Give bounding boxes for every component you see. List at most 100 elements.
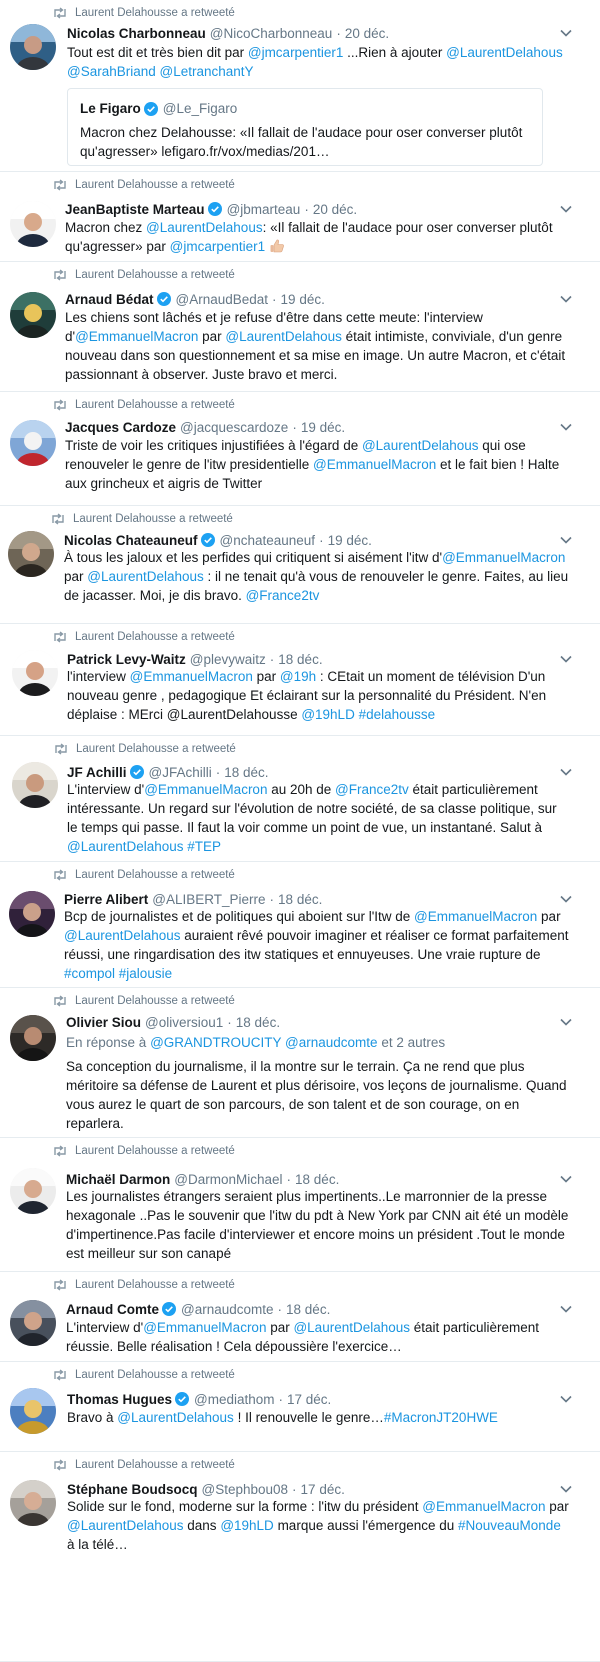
mention-link[interactable]: @19hLD: [301, 707, 355, 722]
author-handle[interactable]: @arnaudcomte: [181, 1302, 274, 1317]
chevron-down-icon[interactable]: [560, 295, 572, 303]
chevron-down-icon[interactable]: [560, 1395, 572, 1403]
tweet-card[interactable]: Laurent Delahousse a retweeté Pierre Alib…: [0, 862, 600, 988]
chevron-down-icon[interactable]: [560, 423, 572, 431]
mention-link[interactable]: @19h: [280, 669, 316, 684]
tweet-date[interactable]: 20 déc.: [313, 202, 357, 217]
mention-link[interactable]: @GRANDTROUCITY: [150, 1035, 281, 1050]
author-handle[interactable]: @jbmarteau: [227, 202, 301, 217]
mention-link[interactable]: @jmcarpentier1: [170, 239, 266, 254]
tweet-card[interactable]: Laurent Delahousse a retweeté JF Achilli @…: [0, 736, 600, 862]
author-name[interactable]: Stéphane Boudsocq: [67, 1482, 198, 1497]
avatar[interactable]: [10, 420, 56, 466]
avatar[interactable]: [12, 762, 58, 808]
avatar[interactable]: [9, 891, 55, 937]
mention-link[interactable]: @LaurentDelahous: [146, 220, 263, 235]
mention-link[interactable]: @arnaudcomte: [285, 1035, 378, 1050]
author-name[interactable]: Arnaud Bédat: [65, 292, 154, 307]
tweet-date[interactable]: 17 déc.: [287, 1392, 331, 1407]
mention-link[interactable]: @EmmanuelMacron: [313, 457, 436, 472]
author-handle[interactable]: @plevywaitz: [190, 652, 266, 667]
mention-link[interactable]: @LaurentDelahous: [225, 329, 342, 344]
author-handle[interactable]: @Stephbou08: [202, 1482, 289, 1497]
tweet-date[interactable]: 18 déc.: [286, 1302, 330, 1317]
chevron-down-icon[interactable]: [560, 1485, 572, 1493]
tweet-card[interactable]: Laurent Delahousse a retweeté Michaël Dar…: [0, 1138, 600, 1272]
tweet-date[interactable]: 17 déc.: [301, 1482, 345, 1497]
chevron-down-icon[interactable]: [560, 536, 572, 544]
hashtag-link[interactable]: #TEP: [187, 839, 221, 854]
tweet-card[interactable]: Laurent Delahousse a retweeté Patrick Lev…: [0, 624, 600, 736]
mention-link[interactable]: @EmmanuelMacron: [442, 550, 565, 565]
avatar[interactable]: [10, 1015, 56, 1061]
mention-link[interactable]: @LaurentDelahous: [67, 839, 184, 854]
tweet-date[interactable]: 19 déc.: [301, 420, 345, 435]
tweet-date[interactable]: 18 déc.: [278, 652, 322, 667]
tweet-date[interactable]: 20 déc.: [345, 26, 389, 41]
hashtag-link[interactable]: #delahousse: [359, 707, 436, 722]
author-handle[interactable]: @JFAchilli: [149, 765, 212, 780]
tweet-date[interactable]: 19 déc.: [281, 292, 325, 307]
avatar[interactable]: [10, 201, 56, 247]
author-name[interactable]: Olivier Siou: [66, 1015, 141, 1030]
author-name[interactable]: Thomas Hugues: [67, 1392, 172, 1407]
avatar[interactable]: [10, 24, 56, 70]
chevron-down-icon[interactable]: [560, 895, 572, 903]
author-name[interactable]: JF Achilli: [67, 765, 127, 780]
author-handle[interactable]: @NicoCharbonneau: [210, 26, 333, 41]
chevron-down-icon[interactable]: [560, 205, 572, 213]
chevron-down-icon[interactable]: [560, 29, 572, 37]
author-handle[interactable]: @ALIBERT_Pierre: [152, 892, 265, 907]
tweet-card[interactable]: Laurent Delahousse a retweeté Arnaud Béda…: [0, 262, 600, 392]
author-name[interactable]: Nicolas Charbonneau: [67, 26, 206, 41]
mention-link[interactable]: @SarahBriand: [67, 64, 156, 79]
tweet-card[interactable]: Laurent Delahousse a retweeté Stéphane Bo…: [0, 1452, 600, 1662]
mention-link[interactable]: @EmmanuelMacron: [143, 1320, 266, 1335]
author-handle[interactable]: @mediathom: [194, 1392, 275, 1407]
author-handle[interactable]: @jacquescardoze: [180, 420, 288, 435]
quoted-author-handle[interactable]: @Le_Figaro: [163, 101, 238, 116]
author-name[interactable]: Arnaud Comte: [66, 1302, 159, 1317]
chevron-down-icon[interactable]: [560, 1175, 572, 1183]
mention-link[interactable]: @LaurentDelahous: [362, 438, 479, 453]
mention-link[interactable]: @LaurentDelahous: [64, 928, 181, 943]
tweet-card[interactable]: Laurent Delahousse a retweeté Nicolas Cha…: [0, 506, 600, 624]
chevron-down-icon[interactable]: [560, 1305, 572, 1313]
tweet-card[interactable]: Laurent Delahousse a retweeté JeanBaptist…: [0, 172, 600, 262]
tweet-date[interactable]: 18 déc.: [236, 1015, 280, 1030]
mention-link[interactable]: @LaurentDelahous: [446, 45, 563, 60]
avatar[interactable]: [10, 1388, 56, 1434]
author-handle[interactable]: @oliversiou1: [145, 1015, 223, 1030]
mention-link[interactable]: @EmmanuelMacron: [144, 782, 267, 797]
avatar[interactable]: [8, 531, 54, 577]
mention-link[interactable]: @EmmanuelMacron: [422, 1499, 545, 1514]
author-name[interactable]: JeanBaptiste Marteau: [65, 202, 205, 217]
tweet-card[interactable]: Laurent Delahousse a retweeté Thomas Hugu…: [0, 1362, 600, 1452]
avatar[interactable]: [12, 650, 58, 696]
tweet-date[interactable]: 18 déc.: [295, 1172, 339, 1187]
hashtag-link[interactable]: #MacronJT20HWE: [384, 1410, 498, 1425]
tweet-card[interactable]: Laurent Delahousse a retweeté Nicolas Cha…: [0, 0, 600, 172]
mention-link[interactable]: @LaurentDelahous: [293, 1320, 410, 1335]
author-handle[interactable]: @ArnaudBedat: [176, 292, 269, 307]
mention-link[interactable]: @EmmanuelMacron: [75, 329, 198, 344]
chevron-down-icon[interactable]: [560, 768, 572, 776]
tweet-card[interactable]: Laurent Delahousse a retweeté Jacques Car…: [0, 392, 600, 506]
mention-link[interactable]: @EmmanuelMacron: [414, 909, 537, 924]
avatar[interactable]: [10, 1300, 56, 1346]
tweet-card[interactable]: Laurent Delahousse a retweeté Olivier Sio…: [0, 988, 600, 1138]
author-name[interactable]: Nicolas Chateauneuf: [64, 533, 198, 548]
quoted-tweet[interactable]: Le Figaro @Le_Figaro Macron chez Delahouss…: [67, 88, 543, 166]
mention-link[interactable]: @jmcarpentier1: [248, 45, 344, 60]
tweet-date[interactable]: 19 déc.: [328, 533, 372, 548]
hashtag-link[interactable]: #jalousie: [119, 966, 172, 981]
mention-link[interactable]: @LaurentDelahous: [117, 1410, 234, 1425]
tweet-date[interactable]: 18 déc.: [278, 892, 322, 907]
avatar[interactable]: [10, 292, 56, 338]
mention-link[interactable]: @19hLD: [220, 1518, 274, 1533]
mention-link[interactable]: @EmmanuelMacron: [130, 669, 253, 684]
author-name[interactable]: Michaël Darmon: [66, 1172, 170, 1187]
chevron-down-icon[interactable]: [560, 1018, 572, 1026]
tweet-card[interactable]: Laurent Delahousse a retweeté Arnaud Comt…: [0, 1272, 600, 1362]
author-name[interactable]: Patrick Levy-Waitz: [67, 652, 186, 667]
